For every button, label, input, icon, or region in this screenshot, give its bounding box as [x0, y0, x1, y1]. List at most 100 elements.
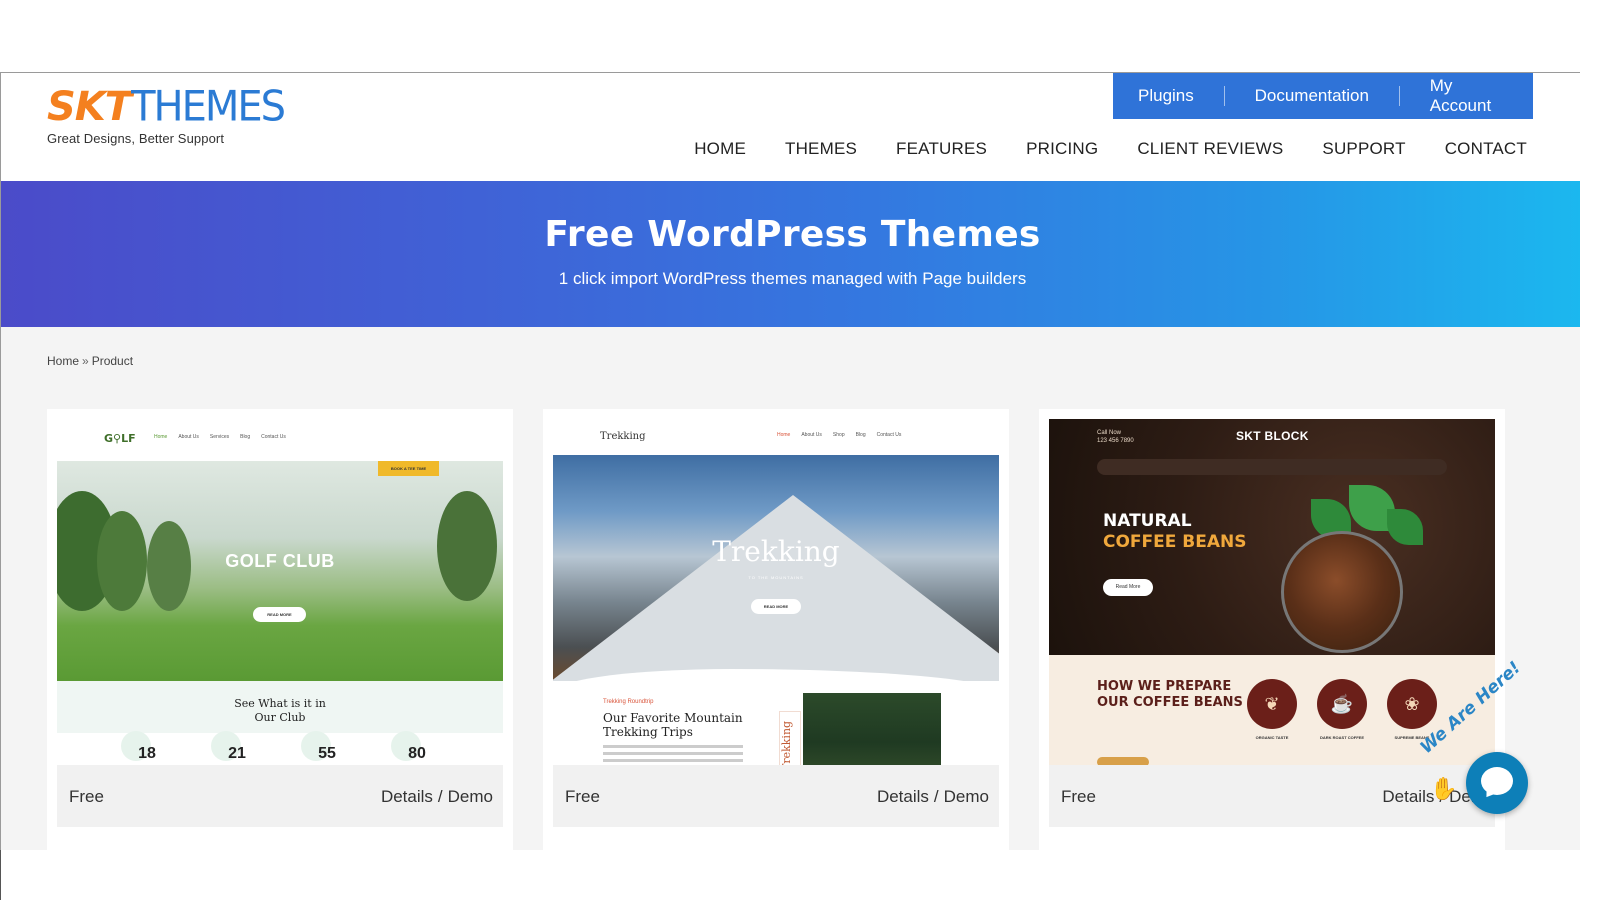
breadcrumb-separator: »: [82, 354, 89, 368]
top-utility-bar: Plugins Documentation My Account: [1113, 73, 1533, 119]
nav-client-reviews[interactable]: CLIENT REVIEWS: [1137, 139, 1283, 159]
trek-preview-nav-item: Shop: [832, 432, 845, 438]
details-link[interactable]: Details: [877, 787, 929, 806]
logo-mark: SKTTHEMES: [47, 82, 286, 132]
coffee-heading-line: HOW WE PREPARE: [1097, 679, 1232, 694]
logo-themes: THEMES: [131, 82, 286, 132]
theme-preview-trekking[interactable]: Trekking Home About Us Shop Blog Contact…: [553, 419, 999, 765]
coffee-heading-line: OUR COFFEE BEANS: [1097, 695, 1243, 710]
coffee-preview-logo: SKT BLOCK: [1236, 429, 1309, 443]
nav-support[interactable]: SUPPORT: [1322, 139, 1405, 159]
golf-preview-heading-line: See What is it in: [234, 697, 326, 710]
golf-preview-title: GOLF CLUB: [225, 551, 335, 571]
trek-preview-section: Trekking Roundtrip Our Favorite Mountain…: [553, 681, 999, 765]
golf-preview-nav-item: Services: [209, 434, 230, 440]
golf-stat: 21: [193, 731, 281, 765]
trek-preview-nav-item: Blog: [855, 432, 866, 438]
details-link[interactable]: Details: [1382, 787, 1434, 806]
theme-card-trekking: Trekking Home About Us Shop Blog Contact…: [543, 409, 1009, 850]
golf-preview-nav: Home About Us Services Blog Contact Us: [154, 434, 286, 440]
topbar-documentation-link[interactable]: Documentation: [1225, 86, 1399, 106]
nav-themes[interactable]: THEMES: [785, 139, 857, 159]
hand-wave-icon: ✋: [1430, 776, 1458, 801]
theme-preview-golf[interactable]: G⚲LF Home About Us Services Blog Contact…: [57, 419, 503, 765]
product-listing: Home» Product G⚲LF Home About Us Services…: [1, 327, 1584, 850]
golf-preview-hero-image: GOLF CLUB READ MORE: [57, 461, 503, 681]
trek-preview-nav-item: About Us: [801, 432, 822, 438]
page-right-edge: [1580, 72, 1600, 850]
demo-link[interactable]: Demo: [944, 787, 989, 806]
nav-pricing[interactable]: PRICING: [1026, 139, 1098, 159]
breadcrumb: Home» Product: [47, 354, 133, 368]
trek-preview-nav-item: Contact Us: [876, 432, 902, 438]
coffee-bean-icon: ❀: [1387, 679, 1437, 729]
golf-preview-section-heading: See What is it in Our Club: [57, 681, 503, 733]
coffee-cup-icon: ☕: [1317, 679, 1367, 729]
logo-tagline: Great Designs, Better Support: [47, 131, 225, 146]
card-footer: Free Details / Dem: [1049, 765, 1495, 827]
window-edge: [0, 850, 1, 900]
golf-preview-logo: G⚲LF: [104, 432, 136, 445]
trek-heading-line: Our Favorite Mountain: [603, 711, 743, 725]
golf-preview-nav-item: About Us: [178, 434, 199, 440]
chat-widget-button[interactable]: [1466, 752, 1528, 814]
tree-shape: [437, 491, 497, 601]
coffee-preview-call: Call Now 123 456 7890: [1097, 429, 1134, 445]
trek-heading-line: Trekking Trips: [603, 725, 693, 739]
coffee-title-line: COFFEE BEANS: [1103, 532, 1247, 552]
coffee-phone: 123 456 7890: [1097, 438, 1134, 444]
trek-preview-photo: [803, 693, 941, 765]
mountain-shape: [553, 495, 999, 681]
golf-preview-heading-line: Our Club: [254, 711, 306, 724]
nav-features[interactable]: FEATURES: [896, 139, 987, 159]
breadcrumb-current: Product: [91, 354, 134, 368]
coffee-preview-hero: Call Now 123 456 7890 SKT BLOCK NATURAL …: [1049, 419, 1495, 655]
nav-home[interactable]: HOME: [694, 139, 746, 159]
leaf-shape: [1387, 509, 1423, 545]
golf-stat: 55: [283, 731, 371, 765]
demo-link[interactable]: Demo: [448, 787, 493, 806]
card-links: Details / Demo: [381, 787, 493, 807]
trek-preview-button: READ MORE: [751, 599, 801, 614]
card-price: Free: [565, 787, 600, 806]
golf-preview-header: G⚲LF Home About Us Services Blog Contact…: [57, 419, 503, 461]
trek-preview-header: Trekking Home About Us Shop Blog Contact…: [553, 419, 999, 455]
golf-preview-book-button: BOOK A TEE TIME: [378, 461, 439, 476]
topbar-plugins-link[interactable]: Plugins: [1113, 86, 1224, 106]
coffee-preview-heading: HOW WE PREPARE OUR COFFEE BEANS: [1097, 679, 1243, 711]
coffee-preview-title: NATURAL COFFEE BEANS: [1103, 511, 1247, 553]
topbar-my-account-link[interactable]: My Account: [1400, 76, 1533, 116]
theme-card-golf: G⚲LF Home About Us Services Blog Contact…: [47, 409, 513, 850]
placeholder-text-lines: [603, 745, 743, 765]
breadcrumb-home-link[interactable]: Home: [47, 354, 79, 368]
golf-preview-button: READ MORE: [253, 607, 306, 622]
coffee-feature-caption: DARK ROAST COFFEE: [1320, 735, 1364, 740]
details-link[interactable]: Details: [381, 787, 433, 806]
browser-viewport: SKTTHEMES Great Designs, Better Support …: [0, 72, 1585, 850]
hero-title: Free WordPress Themes: [544, 214, 1041, 255]
main-navigation: HOME THEMES FEATURES PRICING CLIENT REVI…: [694, 139, 1527, 159]
link-separator: /: [437, 787, 443, 806]
trek-preview-nav: Home About Us Shop Blog Contact Us: [777, 432, 901, 438]
organic-icon: ❦: [1247, 679, 1297, 729]
link-separator: /: [933, 787, 939, 806]
theme-preview-coffee[interactable]: Call Now 123 456 7890 SKT BLOCK NATURAL …: [1049, 419, 1495, 765]
trek-preview-hero-image: Trekking TO THE MOUNTAINS READ MORE: [553, 455, 999, 681]
golf-preview-stats: 18 21 55 80: [57, 731, 503, 765]
trek-preview-logo: Trekking: [600, 431, 646, 442]
golf-preview-nav-item: Contact Us: [261, 434, 286, 440]
nav-contact[interactable]: CONTACT: [1445, 139, 1527, 159]
trek-preview-heading: Our Favorite Mountain Trekking Trips: [603, 711, 743, 739]
trek-preview-title: Trekking: [712, 535, 840, 568]
golf-preview-nav-item: Home: [154, 434, 168, 440]
coffee-call-label: Call Now: [1097, 430, 1122, 436]
site-header: SKTTHEMES Great Designs, Better Support …: [1, 73, 1585, 181]
trek-preview-nav-item: Home: [777, 432, 791, 438]
logo-skt: SKT: [47, 84, 132, 130]
trek-preview-tagline: TO THE MOUNTAINS: [748, 575, 804, 580]
coffee-preview-button: Read More: [1103, 579, 1153, 596]
coffee-preview-nav: [1097, 459, 1447, 475]
site-logo[interactable]: SKTTHEMES Great Designs, Better Support: [47, 82, 286, 146]
coffee-preview-button-partial: [1097, 757, 1149, 765]
card-footer: Free Details / Demo: [57, 765, 503, 827]
